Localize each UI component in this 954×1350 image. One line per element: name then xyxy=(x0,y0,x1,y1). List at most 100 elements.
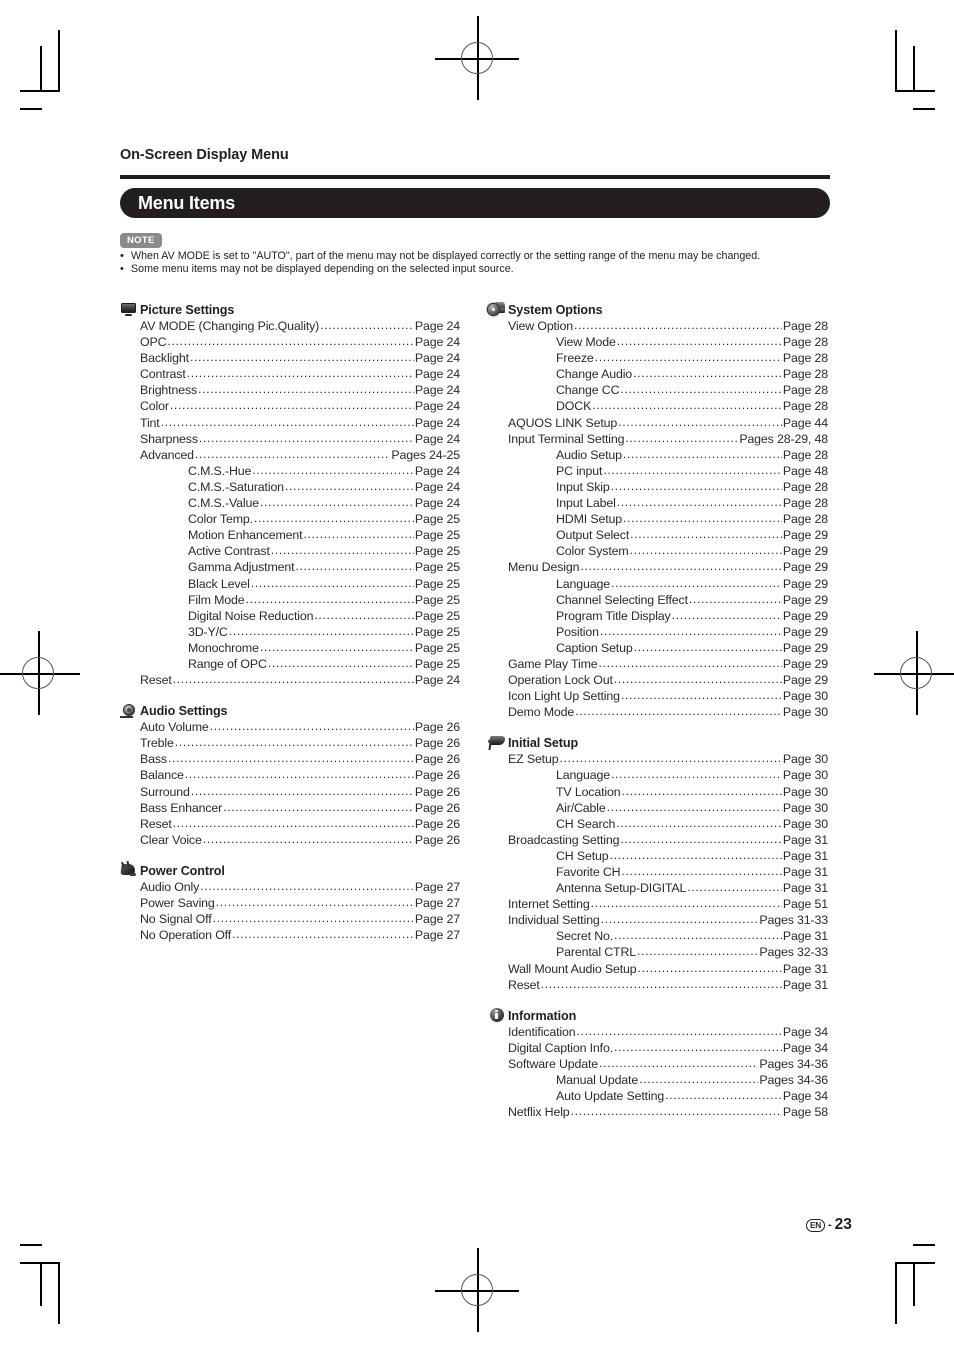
toc-entry[interactable]: Active Contrast.........................… xyxy=(120,543,460,559)
toc-entry[interactable]: Manual Update...........................… xyxy=(488,1072,828,1088)
toc-entry[interactable]: Sharpness...............................… xyxy=(120,431,460,447)
toc-entry[interactable]: Identification..........................… xyxy=(488,1024,828,1040)
toc-leader-dots: ........................................… xyxy=(620,382,782,397)
toc-entry[interactable]: Wall Mount Audio Setup..................… xyxy=(488,961,828,977)
toc-entry[interactable]: OPC.....................................… xyxy=(120,334,460,350)
toc-entry[interactable]: Treble..................................… xyxy=(120,735,460,751)
toc-entry-label: Bass xyxy=(140,752,167,767)
toc-entry[interactable]: 3D-Y/C..................................… xyxy=(120,624,460,640)
toc-entry[interactable]: Black Level.............................… xyxy=(120,576,460,592)
toc-entry[interactable]: View Option.............................… xyxy=(488,318,828,334)
toc-entry[interactable]: Digital Caption Info....................… xyxy=(488,1040,828,1056)
toc-entry[interactable]: Bass Enhancer...........................… xyxy=(120,800,460,816)
toc-entry[interactable]: Freeze..................................… xyxy=(488,350,828,366)
toc-entry[interactable]: Individual Setting......................… xyxy=(488,912,828,928)
header-rule xyxy=(120,175,830,179)
toc-entry[interactable]: Backlight...............................… xyxy=(120,350,460,366)
info-icon xyxy=(488,1008,505,1023)
toc-entry[interactable]: Channel Selecting Effect................… xyxy=(488,592,828,608)
toc-entry[interactable]: Air/Cable...............................… xyxy=(488,800,828,816)
toc-entry-page: Page 26 xyxy=(414,784,460,799)
toc-entry[interactable]: Color...................................… xyxy=(120,398,460,414)
toc-entry[interactable]: Change Audio............................… xyxy=(488,366,828,382)
toc-entry[interactable]: Balance.................................… xyxy=(120,767,460,783)
toc-entry[interactable]: C.M.S.-Value............................… xyxy=(120,495,460,511)
toc-entry[interactable]: No Signal Off...........................… xyxy=(120,911,460,927)
toc-entry[interactable]: Icon Light Up Setting...................… xyxy=(488,688,828,704)
toc-leader-dots: ........................................… xyxy=(616,334,782,349)
toc-entry[interactable]: Secret No...............................… xyxy=(488,928,828,944)
toc-entry[interactable]: Tint....................................… xyxy=(120,415,460,431)
toc-entry-page: Page 29 xyxy=(782,640,828,655)
toc-entry[interactable]: Audio Setup.............................… xyxy=(488,447,828,463)
toc-entry[interactable]: Auto Volume.............................… xyxy=(120,719,460,735)
toc-entry-label: Operation Lock Out xyxy=(508,673,613,688)
toc-group-header: Power Control xyxy=(120,860,460,878)
toc-entry[interactable]: Input Label.............................… xyxy=(488,495,828,511)
toc-entry[interactable]: Range of OPC............................… xyxy=(120,656,460,672)
toc-entry[interactable]: Surround................................… xyxy=(120,784,460,800)
toc-entry[interactable]: Broadcasting Setting....................… xyxy=(488,832,828,848)
toc-entry[interactable]: Brightness..............................… xyxy=(120,382,460,398)
toc-entry[interactable]: Operation Lock Out......................… xyxy=(488,672,828,688)
toc-entry[interactable]: Language................................… xyxy=(488,576,828,592)
toc-entry[interactable]: C.M.S.-Hue..............................… xyxy=(120,463,460,479)
toc-entry[interactable]: Input Terminal Setting..................… xyxy=(488,431,828,447)
toc-entry[interactable]: PC input................................… xyxy=(488,463,828,479)
toc-entry[interactable]: Film Mode...............................… xyxy=(120,592,460,608)
toc-entry[interactable]: View Mode...............................… xyxy=(488,334,828,350)
toc-entry[interactable]: Bass....................................… xyxy=(120,751,460,767)
toc-leader-dots: ........................................… xyxy=(665,1088,782,1103)
toc-entry[interactable]: Demo Mode...............................… xyxy=(488,704,828,720)
toc-entry-page: Page 28 xyxy=(782,383,828,398)
toc-entry[interactable]: Caption Setup...........................… xyxy=(488,640,828,656)
toc-entry[interactable]: Position................................… xyxy=(488,624,828,640)
toc-entry[interactable]: Monochrome..............................… xyxy=(120,640,460,656)
toc-entry[interactable]: No Operation Off........................… xyxy=(120,927,460,943)
toc-group: Initial Setup EZ Setup...................… xyxy=(487,733,828,993)
toc-entry[interactable]: Motion Enhancement......................… xyxy=(120,527,460,543)
toc-entry[interactable]: DOCK....................................… xyxy=(488,398,828,414)
toc-entry[interactable]: Change CC...............................… xyxy=(488,382,828,398)
toc-entry[interactable]: Antenna Setup-DIGITAL...................… xyxy=(488,880,828,896)
toc-entry[interactable]: Clear Voice.............................… xyxy=(120,832,460,848)
toc-entry[interactable]: Color Temp..............................… xyxy=(120,511,460,527)
toc-leader-dots: ........................................… xyxy=(622,511,782,526)
toc-entry[interactable]: Parental CTRL...........................… xyxy=(488,944,828,960)
toc-entry[interactable]: Language................................… xyxy=(488,767,828,783)
toc-entry-page: Page 24 xyxy=(414,383,460,398)
toc-entry[interactable]: AQUOS LINK Setup........................… xyxy=(488,415,828,431)
toc-entry-label: HDMI Setup xyxy=(556,512,622,527)
toc-entry[interactable]: C.M.S.-Saturation.......................… xyxy=(120,479,460,495)
toc-entry[interactable]: Netflix Help............................… xyxy=(488,1104,828,1120)
toc-entry[interactable]: Advanced................................… xyxy=(120,447,460,463)
toc-entry[interactable]: Input Skip..............................… xyxy=(488,479,828,495)
toc-entry[interactable]: Reset...................................… xyxy=(488,977,828,993)
toc-leader-dots: ........................................… xyxy=(598,655,781,670)
toc-entry[interactable]: Favorite CH.............................… xyxy=(488,864,828,880)
toc-entry[interactable]: CH Setup................................… xyxy=(488,848,828,864)
toc-entry[interactable]: Reset...................................… xyxy=(120,672,460,688)
toc-entry[interactable]: CH Search...............................… xyxy=(488,816,828,832)
toc-entry[interactable]: Audio Only..............................… xyxy=(120,879,460,895)
toc-entry[interactable]: EZ Setup................................… xyxy=(488,751,828,767)
toc-entry[interactable]: Power Saving............................… xyxy=(120,895,460,911)
toc-entry[interactable]: Software Update.........................… xyxy=(488,1056,828,1072)
manual-page: On-Screen Display Menu Menu Items NOTE W… xyxy=(0,0,954,1350)
toc-entry[interactable]: Output Select...........................… xyxy=(488,527,828,543)
toc-entry[interactable]: Gamma Adjustment........................… xyxy=(120,559,460,575)
toc-entry[interactable]: Program Title Display...................… xyxy=(488,608,828,624)
toc-entry[interactable]: Color System............................… xyxy=(488,543,828,559)
toc-entry[interactable]: Digital Noise Reduction.................… xyxy=(120,608,460,624)
toc-entry[interactable]: Game Play Time..........................… xyxy=(488,656,828,672)
toc-entry[interactable]: TV Location.............................… xyxy=(488,784,828,800)
toc-entry[interactable]: Menu Design.............................… xyxy=(488,559,828,575)
toc-entry[interactable]: Reset...................................… xyxy=(120,816,460,832)
toc-entry[interactable]: Contrast................................… xyxy=(120,366,460,382)
toc-entry[interactable]: AV MODE (Changing Pic.Quality)..........… xyxy=(120,318,460,334)
toc-entry-label: Secret No. xyxy=(556,929,614,944)
toc-entry[interactable]: Auto Update Setting.....................… xyxy=(488,1088,828,1104)
note-item: Some menu items may not be displayed dep… xyxy=(120,263,835,277)
toc-entry[interactable]: Internet Setting........................… xyxy=(488,896,828,912)
toc-entry[interactable]: HDMI Setup..............................… xyxy=(488,511,828,527)
